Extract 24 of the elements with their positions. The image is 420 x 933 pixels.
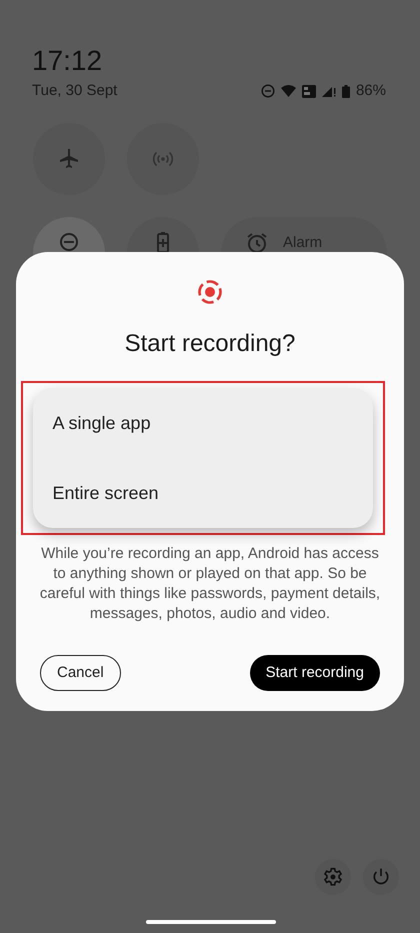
settings-icon <box>323 867 343 887</box>
menu-option[interactable]: Entire screen <box>32 458 372 528</box>
battery-icon <box>342 84 350 98</box>
navigation-handle[interactable] <box>146 920 276 924</box>
do-not-disturb-icon <box>260 84 275 98</box>
date-text: Tue, 30 Sept <box>32 81 118 101</box>
battery-percentage: 86% <box>356 81 386 101</box>
alarm-clock-icon <box>245 230 269 254</box>
airplane-icon <box>57 146 81 170</box>
clock-time: 17:12 <box>32 44 102 78</box>
menu-option[interactable]: A single app <box>32 388 372 458</box>
power-icon <box>371 867 391 887</box>
signal-icon <box>322 85 336 98</box>
dialog-title: Start recording? <box>124 329 296 359</box>
settings-button[interactable] <box>315 859 351 895</box>
volte-icon <box>302 84 316 98</box>
start-recording-button[interactable]: Start recording <box>250 655 380 691</box>
screen-record-icon <box>197 279 223 305</box>
wifi-icon <box>280 85 296 98</box>
power-button[interactable] <box>363 859 399 895</box>
cancel-button[interactable]: Cancel <box>40 655 121 691</box>
battery-icon <box>157 230 169 252</box>
warning-message: While you’re recording an app, Android has access to anything shown or played on that app. So be careful with things like passwords, payment details, messages, photos, audio and video. <box>38 544 382 624</box>
do-not-disturb-icon <box>60 232 78 250</box>
